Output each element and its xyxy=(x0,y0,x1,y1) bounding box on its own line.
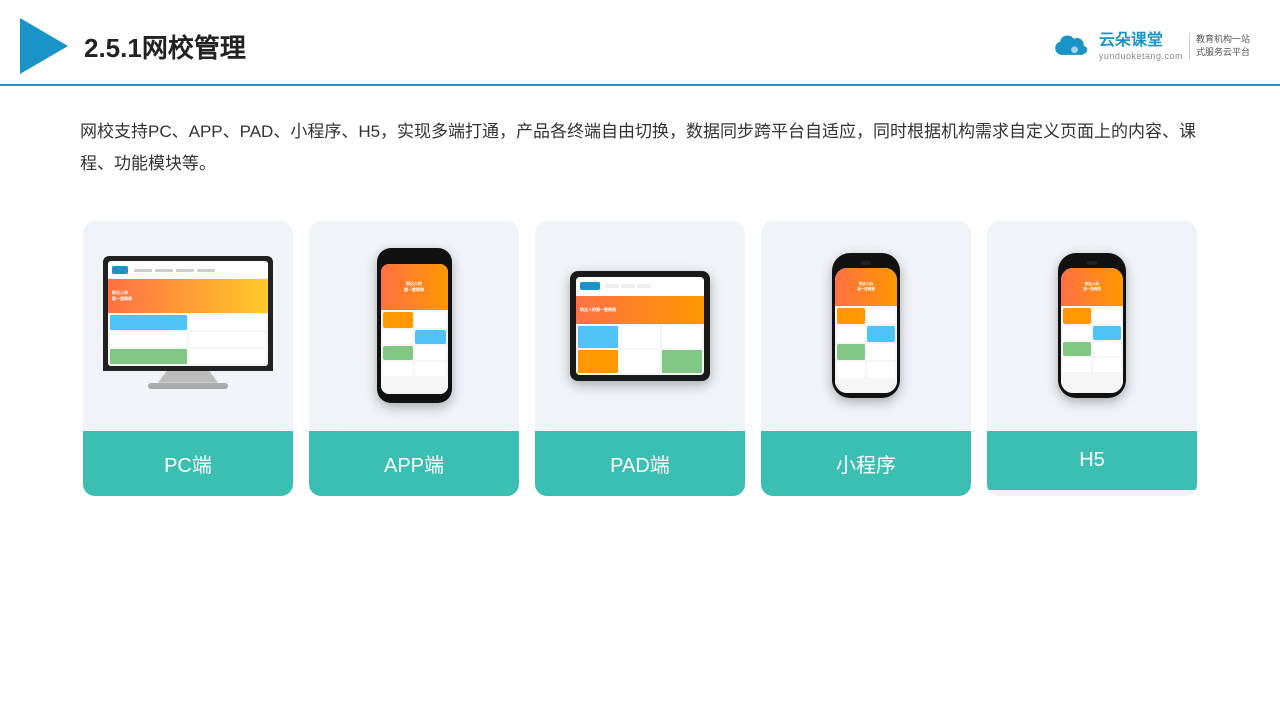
card-h5: 职达人的第一堂网课 xyxy=(987,221,1197,496)
brand-slogan: 教育机构一站式服务云平台 xyxy=(1189,33,1250,60)
pad-tablet-icon: 职达人的第一堂网课 xyxy=(570,271,710,381)
card-pc-image: 职达人的第一堂网课 xyxy=(83,221,293,431)
header-right: 云朵课堂 yunduoketang.com 教育机构一站式服务云平台 xyxy=(1051,31,1250,61)
h5-phone-icon: 职达人的第一堂网课 xyxy=(1058,253,1126,398)
card-h5-label: H5 xyxy=(987,431,1197,490)
header-left: 2.5.1网校管理 xyxy=(20,18,246,74)
card-pc-label: PC端 xyxy=(83,431,293,496)
brand-name: 云朵课堂 xyxy=(1099,31,1163,50)
miniprogram-phone-icon: 职达人的第一堂网课 xyxy=(832,253,900,398)
card-app-label: APP端 xyxy=(309,431,519,496)
header: 2.5.1网校管理 云朵课堂 yunduoketang.com 教育机构一站式服… xyxy=(0,0,1280,86)
brand-text: 云朵课堂 yunduoketang.com xyxy=(1099,31,1183,60)
card-miniprogram-image: 职达人的第一堂网课 xyxy=(761,221,971,431)
logo-triangle-icon xyxy=(20,18,68,74)
card-pc: 职达人的第一堂网课 xyxy=(83,221,293,496)
card-pad: 职达人的第一堂网课 PAD端 xyxy=(535,221,745,496)
app-phone-icon: 职达人的第一堂网课 xyxy=(377,248,452,403)
description-text: 网校支持PC、APP、PAD、小程序、H5，实现多端打通，产品各终端自由切换，数… xyxy=(0,86,1280,201)
cloud-icon xyxy=(1051,31,1093,61)
card-miniprogram: 职达人的第一堂网课 xyxy=(761,221,971,496)
brand-url: yunduoketang.com xyxy=(1099,51,1183,61)
card-app: 职达人的第一堂网课 xyxy=(309,221,519,496)
card-pad-label: PAD端 xyxy=(535,431,745,496)
pc-monitor-icon: 职达人的第一堂网课 xyxy=(103,256,273,396)
card-h5-image: 职达人的第一堂网课 xyxy=(987,221,1197,431)
page-title: 2.5.1网校管理 xyxy=(84,28,246,65)
brand-logo: 云朵课堂 yunduoketang.com 教育机构一站式服务云平台 xyxy=(1051,31,1250,61)
card-miniprogram-label: 小程序 xyxy=(761,431,971,496)
card-pad-image: 职达人的第一堂网课 xyxy=(535,221,745,431)
cards-container: 职达人的第一堂网课 xyxy=(0,201,1280,516)
card-app-image: 职达人的第一堂网课 xyxy=(309,221,519,431)
